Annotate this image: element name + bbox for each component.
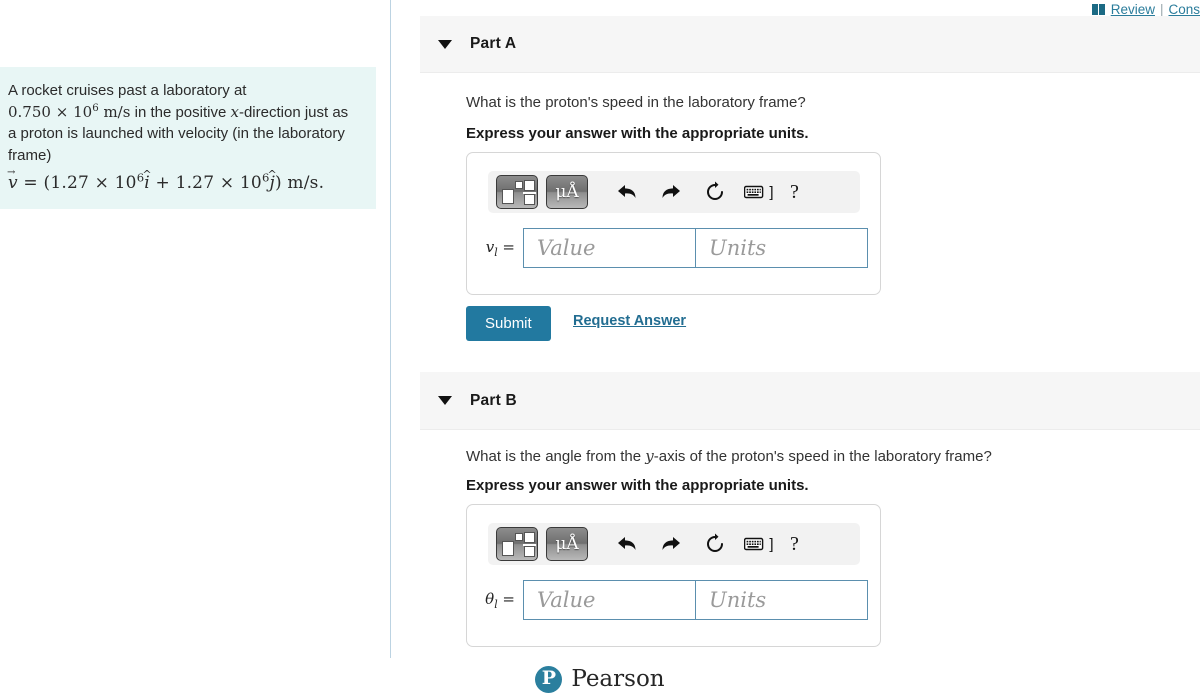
equation-base-2: 10 xyxy=(239,173,262,193)
keyboard-icon[interactable]: ] xyxy=(744,529,774,559)
part-b-instruction: Express your answer with the appropriate… xyxy=(466,477,809,494)
problem-speed-value: 0.750 xyxy=(8,102,51,121)
units-button-label: μÅ xyxy=(555,534,579,554)
pearson-logo: P Pearson xyxy=(535,665,665,693)
part-a-answer-row: vl = Value Units xyxy=(467,228,880,268)
units-button[interactable]: μÅ xyxy=(546,175,588,209)
part-a-variable-label: vl = xyxy=(485,237,515,259)
header-separator: | xyxy=(1159,1,1164,17)
equation-times-1: × xyxy=(94,173,110,193)
equation-equals: = xyxy=(23,173,38,193)
units-button-label: μÅ xyxy=(555,182,579,202)
keyboard-icon[interactable]: ] xyxy=(744,177,774,207)
problem-base-1: 10 xyxy=(73,102,93,121)
part-b-value-input[interactable]: Value xyxy=(523,580,695,620)
equation-times-2: × xyxy=(219,173,235,193)
units-button[interactable]: μÅ xyxy=(546,527,588,561)
part-b-toolbar: μÅ] ? xyxy=(488,523,860,565)
problem-line-2-end: -direction just as xyxy=(238,103,349,121)
part-b-answer-row: θl = Value Units xyxy=(467,580,880,620)
equation-j-hat: j xyxy=(269,173,274,195)
math-template-button[interactable] xyxy=(496,527,538,561)
part-a-value-input[interactable]: Value xyxy=(523,228,695,268)
part-a-request-answer-link[interactable]: Request Answer xyxy=(573,313,686,329)
reset-circle-icon[interactable] xyxy=(700,177,730,207)
vertical-divider xyxy=(390,0,391,658)
review-link[interactable]: Review xyxy=(1111,2,1155,17)
part-a-toolbar: μÅ] ? xyxy=(488,171,860,213)
part-a-question: What is the proton's speed in the labora… xyxy=(466,94,806,111)
problem-line-4: frame) xyxy=(8,146,52,164)
problem-line-1: A rocket cruises past a laboratory at xyxy=(8,82,247,99)
problem-text: A rocket cruises past a laboratory at 0.… xyxy=(7,80,362,195)
problem-x-var: x xyxy=(230,102,239,121)
equation-coef-2: 1.27 xyxy=(175,173,215,193)
reset-circle-icon[interactable] xyxy=(700,529,730,559)
problem-times-1: × xyxy=(55,102,69,121)
equation-coef-1: 1.27 xyxy=(50,173,89,193)
footer: P Pearson xyxy=(0,658,1200,700)
part-a-units-input[interactable]: Units xyxy=(695,228,868,268)
part-b-value-placeholder: Value xyxy=(537,588,596,612)
help-button[interactable]: ? xyxy=(790,181,799,204)
problem-equation: v = (1.27 × 106i + 1.27 × 106j) m/s. xyxy=(7,162,362,195)
equation-base-1: 10 xyxy=(114,173,137,193)
part-b-question-y-var: y xyxy=(645,447,654,465)
part-b-title: Part B xyxy=(470,391,517,409)
redo-arrow-icon[interactable] xyxy=(656,529,686,559)
problem-statement-panel: A rocket cruises past a laboratory at 0.… xyxy=(0,67,376,209)
part-b-variable-label: θl = xyxy=(485,589,515,611)
problem-line-3: a proton is launched with velocity (in t… xyxy=(8,125,345,142)
part-a-answer-box: μÅ] ? vl = Value Units xyxy=(466,152,881,295)
math-template-button[interactable] xyxy=(496,175,538,209)
part-a-collapse-caret-icon[interactable] xyxy=(438,39,452,49)
keyboard-bracket: ] xyxy=(769,535,774,553)
page-root: Review | Cons A rocket cruises past a la… xyxy=(0,0,1200,700)
part-b-units-placeholder: Units xyxy=(709,588,767,612)
part-a-submit-button[interactable]: Submit xyxy=(466,306,551,341)
undo-arrow-icon[interactable] xyxy=(612,529,642,559)
part-a-units-placeholder: Units xyxy=(709,236,767,260)
redo-arrow-icon[interactable] xyxy=(656,177,686,207)
help-button[interactable]: ? xyxy=(790,533,799,556)
part-b-collapse-caret-icon[interactable] xyxy=(438,396,452,405)
part-a-instruction: Express your answer with the appropriate… xyxy=(466,125,809,142)
keyboard-bracket: ] xyxy=(769,183,774,201)
book-icon xyxy=(1091,3,1106,15)
part-a-header[interactable]: Part A xyxy=(420,16,1200,73)
pearson-mark-icon: P xyxy=(535,665,563,693)
equation-vector-v: v xyxy=(7,162,18,195)
equation-plus: + xyxy=(155,173,170,193)
problem-line-2-tail: in the positive xyxy=(130,103,231,121)
equation-i-hat: i xyxy=(144,173,150,195)
equation-units: m/s. xyxy=(287,173,325,193)
problem-units-1: m/s xyxy=(103,102,131,121)
part-a-title: Part A xyxy=(470,35,517,52)
constants-link[interactable]: Cons xyxy=(1168,2,1200,17)
part-a-value-placeholder: Value xyxy=(537,236,596,260)
undo-arrow-icon[interactable] xyxy=(612,177,642,207)
part-b-question: What is the angle from the y-axis of the… xyxy=(466,447,992,465)
part-b-header[interactable]: Part B xyxy=(420,372,1200,430)
part-b-answer-box: μÅ] ? θl = Value Units xyxy=(466,504,881,647)
pearson-brand-text: Pearson xyxy=(571,666,665,692)
part-b-units-input[interactable]: Units xyxy=(695,580,868,620)
